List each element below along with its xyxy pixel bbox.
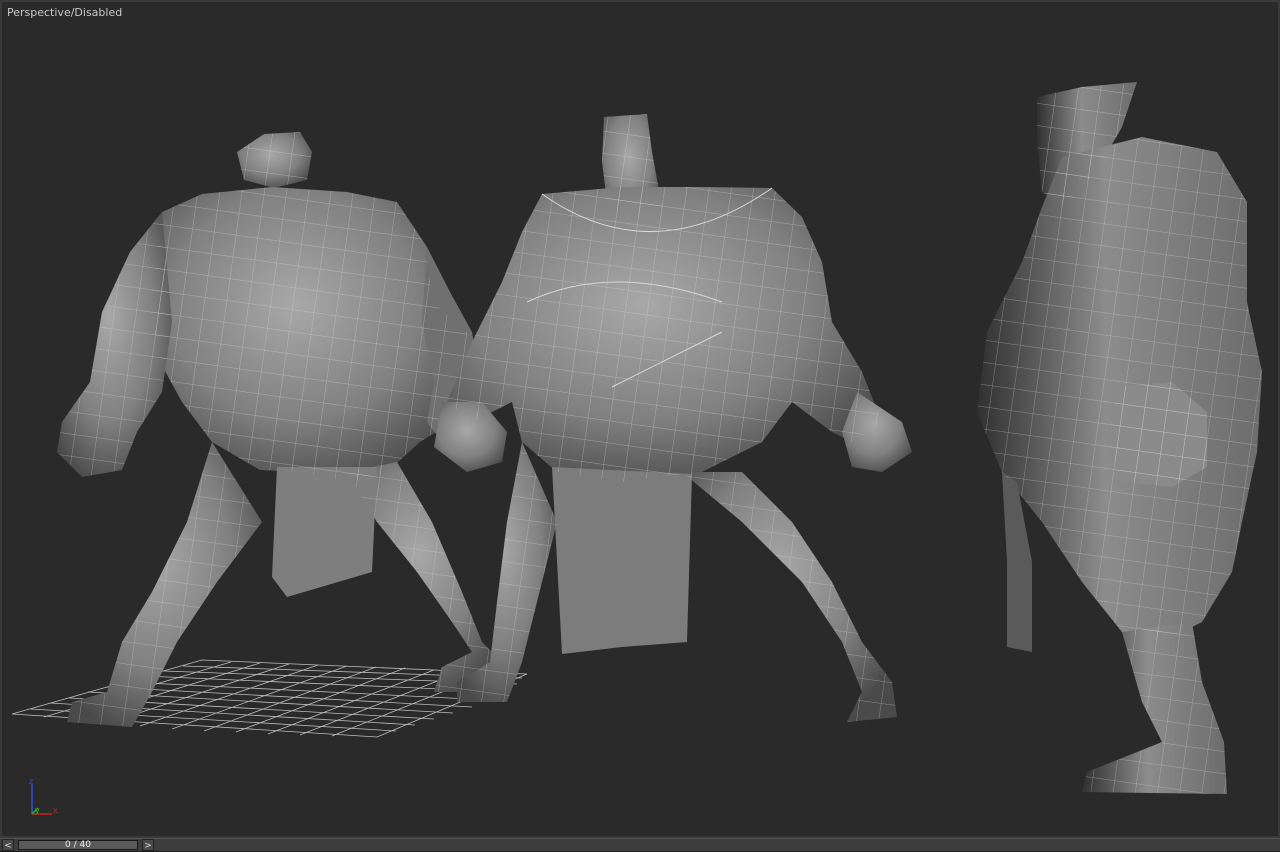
time-slider-bar: < 0 / 40 > xyxy=(0,838,1280,851)
next-frame-button[interactable]: > xyxy=(142,839,154,851)
prev-frame-button[interactable]: < xyxy=(2,839,14,851)
axis-y-label: y xyxy=(35,806,40,815)
character-side-view[interactable] xyxy=(977,82,1262,794)
scene-render[interactable] xyxy=(2,2,1280,838)
perspective-viewport[interactable]: Perspective/Disabled z x y xyxy=(0,0,1280,838)
time-slider-thumb[interactable]: 0 / 40 xyxy=(18,840,138,850)
axis-gizmo: z x y xyxy=(29,777,58,815)
character-front-view[interactable] xyxy=(434,114,912,722)
axis-z-label: z xyxy=(29,777,33,786)
axis-x-label: x xyxy=(53,806,58,815)
